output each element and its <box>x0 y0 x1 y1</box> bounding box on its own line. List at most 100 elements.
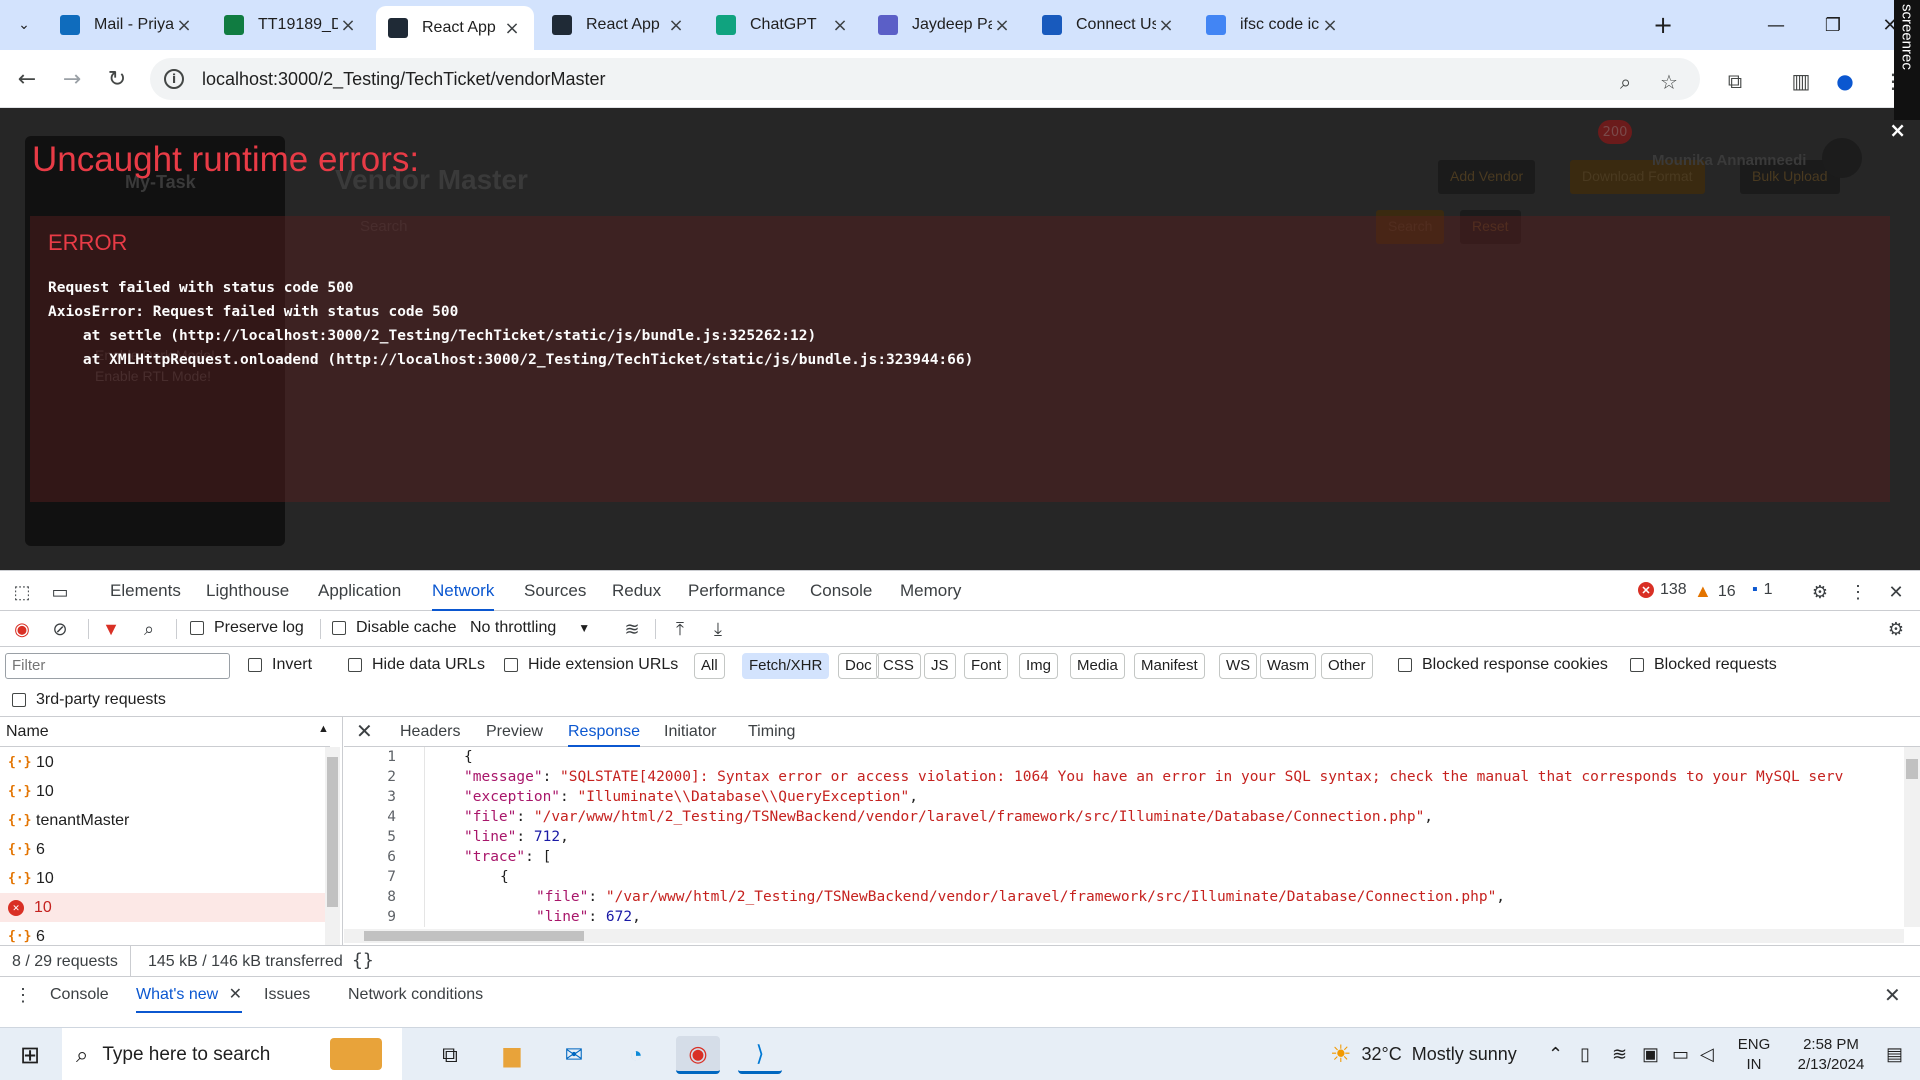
devtools-close-icon[interactable]: ✕ <box>1884 580 1908 604</box>
tab-close-icon[interactable]: × <box>502 18 522 39</box>
filter-funnel-icon[interactable]: ▼ <box>99 617 123 641</box>
devtools-tab-sources[interactable]: Sources <box>524 571 586 611</box>
tab-close-icon[interactable]: × <box>830 15 850 36</box>
devtools-tab-network[interactable]: Network <box>432 571 495 611</box>
type-filter-img[interactable]: Img <box>1019 653 1059 679</box>
hide-data-urls-checkbox[interactable]: Hide data URLs <box>348 656 485 674</box>
mail-icon[interactable]: ✉ <box>552 1036 596 1074</box>
tab-close-icon[interactable]: × <box>1156 15 1176 36</box>
request-list-scrollbar[interactable] <box>325 747 340 945</box>
zoom-icon[interactable]: ⌕ <box>1620 70 1631 94</box>
import-har-icon[interactable]: ⤒ <box>668 617 692 641</box>
network-conditions-icon[interactable]: ≋ <box>620 617 644 641</box>
browser-tab[interactable]: Connect Us 2.0 -× <box>1030 8 1188 42</box>
request-row[interactable]: {·} 10 <box>0 864 325 893</box>
tab-search-chevron-icon[interactable]: ⌄ <box>8 10 40 40</box>
devtools-tab-lighthouse[interactable]: Lighthouse <box>206 571 289 611</box>
blocked-cookies-checkbox[interactable]: Blocked response cookies <box>1398 656 1608 674</box>
profile-icon[interactable]: ● <box>1832 68 1858 94</box>
language-indicator[interactable]: ENG IN <box>1732 1028 1776 1080</box>
scrollbar-thumb[interactable] <box>327 757 338 907</box>
address-bar[interactable]: i localhost:3000/2_Testing/TechTicket/ve… <box>150 58 1700 100</box>
back-arrow-icon[interactable]: ← <box>10 62 44 96</box>
close-details-icon[interactable]: ✕ <box>356 717 373 747</box>
file-explorer-icon[interactable]: ▆ <box>490 1036 534 1074</box>
devtools-tab-elements[interactable]: Elements <box>110 571 181 611</box>
clear-icon[interactable]: ⊘ <box>48 617 72 641</box>
request-row[interactable]: {·} 10 <box>0 777 325 806</box>
request-row[interactable]: {·} tenantMaster <box>0 806 325 835</box>
drawer-tab[interactable]: Console <box>50 977 109 1013</box>
drawer-tab[interactable]: Network conditions <box>348 977 483 1013</box>
detail-tab-response[interactable]: Response <box>568 717 641 747</box>
drawer-tab[interactable]: What's new ✕ <box>136 977 243 1013</box>
battery-icon[interactable]: ▭ <box>1672 1028 1689 1080</box>
windows-start-icon[interactable]: ⊞ <box>8 1036 52 1074</box>
type-filter-css[interactable]: CSS <box>876 653 921 679</box>
type-filter-doc[interactable]: Doc <box>838 653 879 679</box>
browser-tab[interactable]: Jaydeep Patil | M× <box>866 8 1024 42</box>
drawer-tab[interactable]: Issues <box>264 977 310 1013</box>
side-panel-icon[interactable]: ▥ <box>1788 68 1814 94</box>
restore-icon[interactable]: ❐ <box>1813 10 1853 40</box>
vscode-icon[interactable]: ⟩ <box>738 1036 782 1074</box>
new-tab-button[interactable]: + <box>1650 11 1676 39</box>
type-filter-media[interactable]: Media <box>1070 653 1125 679</box>
name-column-header[interactable]: Name ▲ <box>0 717 330 747</box>
type-filter-other[interactable]: Other <box>1321 653 1373 679</box>
bookmark-star-icon[interactable]: ☆ <box>1660 70 1678 94</box>
type-filter-js[interactable]: JS <box>924 653 956 679</box>
devtools-tab-memory[interactable]: Memory <box>900 571 961 611</box>
devtools-tab-console[interactable]: Console <box>810 571 872 611</box>
extensions-icon[interactable]: ⧉ <box>1722 68 1748 94</box>
taskbar-search-box[interactable]: ⌕ Type here to search <box>62 1028 402 1080</box>
drawer-close-icon[interactable]: ✕ <box>1884 983 1901 1008</box>
tab-close-icon[interactable]: × <box>666 15 686 36</box>
type-filter-wasm[interactable]: Wasm <box>1260 653 1316 679</box>
drawer-menu-icon[interactable]: ⋮ <box>14 985 32 1006</box>
display-icon[interactable]: ▣ <box>1642 1028 1659 1080</box>
tab-close-icon[interactable]: × <box>1320 15 1340 36</box>
avatar[interactable] <box>1822 138 1862 178</box>
response-vertical-scrollbar[interactable] <box>1904 747 1920 927</box>
response-horizontal-scrollbar[interactable] <box>344 929 1904 943</box>
third-party-checkbox[interactable]: 3rd-party requests <box>12 691 166 709</box>
detail-tab-timing[interactable]: Timing <box>748 717 795 747</box>
detail-tab-preview[interactable]: Preview <box>486 717 543 747</box>
scrollbar-thumb[interactable] <box>364 931 584 941</box>
message-counter[interactable]: ▪ 1 <box>1752 581 1773 599</box>
settings-gear-icon[interactable]: ⚙ <box>1808 580 1832 604</box>
add-vendor-button[interactable]: Add Vendor <box>1438 160 1536 194</box>
warning-counter[interactable]: ▲ 16 <box>1694 581 1736 602</box>
devtools-tab-performance[interactable]: Performance <box>688 571 785 611</box>
browser-tab[interactable]: ChatGPT × <box>704 8 862 42</box>
browser-tab[interactable]: React App × <box>376 6 534 50</box>
request-row[interactable]: {·} 10 <box>0 748 325 777</box>
edge-icon[interactable]: ◔ <box>614 1036 658 1074</box>
sort-arrow-icon[interactable]: ▲ <box>318 723 329 735</box>
filter-input[interactable]: Filter <box>5 653 230 679</box>
browser-tab[interactable]: ifsc code icici ba× <box>1194 8 1352 42</box>
overlay-close-icon[interactable]: × <box>1889 118 1906 142</box>
pretty-print-icon[interactable]: {} <box>352 950 374 971</box>
speaker-muted-icon[interactable]: ◁ <box>1700 1028 1714 1080</box>
inspect-element-icon[interactable]: ⬚ <box>10 580 34 604</box>
request-row[interactable]: {·} 6 <box>0 835 325 864</box>
type-filter-manifest[interactable]: Manifest <box>1134 653 1205 679</box>
detail-tab-headers[interactable]: Headers <box>400 717 460 747</box>
request-row[interactable]: ✕ 10 <box>0 893 325 922</box>
reload-icon[interactable]: ↻ <box>100 62 134 96</box>
browser-tab[interactable]: TT19189_Defect_× <box>212 8 370 42</box>
scrollbar-thumb[interactable] <box>1906 759 1918 779</box>
address-url[interactable]: localhost:3000/2_Testing/TechTicket/vend… <box>202 69 606 90</box>
invert-checkbox[interactable]: Invert <box>248 656 312 674</box>
devtools-tab-application[interactable]: Application <box>318 571 401 611</box>
weather-widget[interactable]: ☀ 32°C Mostly sunny <box>1330 1028 1517 1080</box>
type-filter-fetch-xhr[interactable]: Fetch/XHR <box>742 653 830 679</box>
device-toolbar-icon[interactable]: ▭ <box>48 580 72 604</box>
show-hidden-icons-chevron[interactable]: ⌃ <box>1548 1028 1563 1080</box>
disable-cache-checkbox[interactable]: Disable cache <box>332 619 457 637</box>
network-settings-gear-icon[interactable]: ⚙ <box>1884 617 1908 641</box>
forward-arrow-icon[interactable]: → <box>55 62 89 96</box>
browser-tab[interactable]: Mail - Priyanka S× <box>48 8 206 42</box>
